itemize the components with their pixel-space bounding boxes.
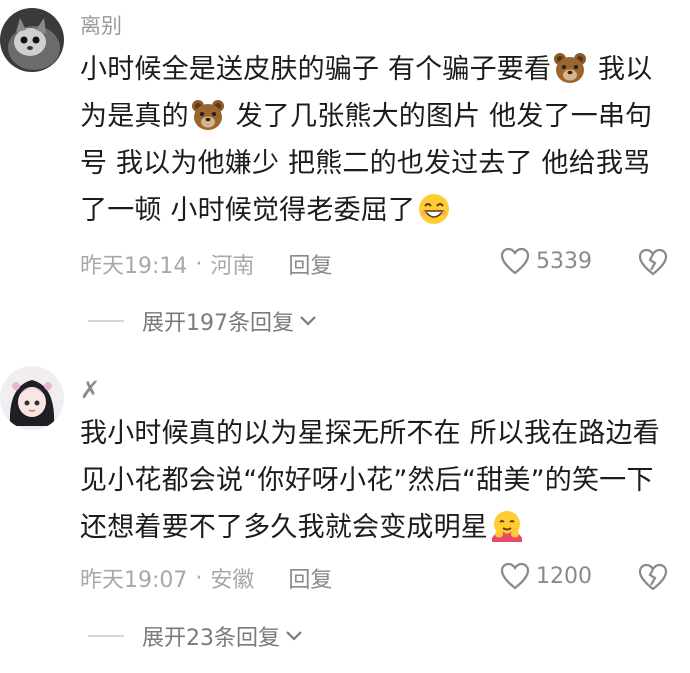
expand-replies-label: 展开197条回复 <box>142 311 294 336</box>
heart-icon <box>500 247 530 275</box>
expand-replies-button[interactable]: 展开197条回复 <box>88 305 318 337</box>
reply-button[interactable]: 回复 <box>288 562 332 594</box>
comment-location: 河南 <box>210 254 255 279</box>
avatar[interactable] <box>0 366 64 430</box>
comment-meta: 昨天19:14 · 河南 回复 <box>80 248 332 280</box>
cat-avatar-icon <box>0 8 64 72</box>
like-count: 5339 <box>536 248 592 274</box>
expand-replies-button[interactable]: 展开23条回复 <box>88 620 304 652</box>
comment-text: 小时候全是送皮肤的骗子 有个骗子要看 我以为是真的 发了几张熊大的图片 他发了一… <box>80 46 675 234</box>
chevron-down-icon <box>300 316 316 326</box>
dislike-button[interactable] <box>638 248 668 280</box>
comment-time: 昨天19:14 <box>80 254 188 279</box>
hug-emoji-icon <box>492 511 522 542</box>
username[interactable]: ✗ <box>80 376 100 404</box>
broken-heart-icon <box>638 248 668 276</box>
like-button[interactable]: 1200 <box>500 562 592 590</box>
divider-line <box>88 320 124 322</box>
broken-heart-icon <box>638 563 668 591</box>
comment-time: 昨天19:07 <box>80 568 188 593</box>
avatar[interactable] <box>0 8 64 72</box>
grin-emoji-icon <box>419 194 450 224</box>
heart-icon <box>500 562 530 590</box>
comment-text-part: 我小时候真的以为星探无所不在 所以我在路边看见小花都会说“你好呀小花”然后“甜美… <box>80 418 660 543</box>
reply-button[interactable]: 回复 <box>288 248 332 280</box>
separator: · <box>195 565 203 591</box>
expand-replies-label: 展开23条回复 <box>142 626 280 651</box>
dislike-button[interactable] <box>638 563 668 595</box>
bear-emoji-icon <box>554 53 587 83</box>
comment-text: 我小时候真的以为星探无所不在 所以我在路边看见小花都会说“你好呀小花”然后“甜美… <box>80 410 675 551</box>
username[interactable]: 离别 <box>80 10 122 40</box>
comment-meta: 昨天19:07 · 安徽 回复 <box>80 562 332 594</box>
like-count: 1200 <box>536 563 592 589</box>
anime-girl-avatar-icon <box>0 366 64 430</box>
separator: · <box>195 251 203 277</box>
bear-emoji-icon <box>191 100 224 130</box>
chevron-down-icon <box>286 631 302 641</box>
like-button[interactable]: 5339 <box>500 247 592 275</box>
comment-location: 安徽 <box>210 568 255 593</box>
comment-text-part: 小时候全是送皮肤的骗子 有个骗子要看 <box>80 54 552 85</box>
divider-line <box>88 635 124 637</box>
